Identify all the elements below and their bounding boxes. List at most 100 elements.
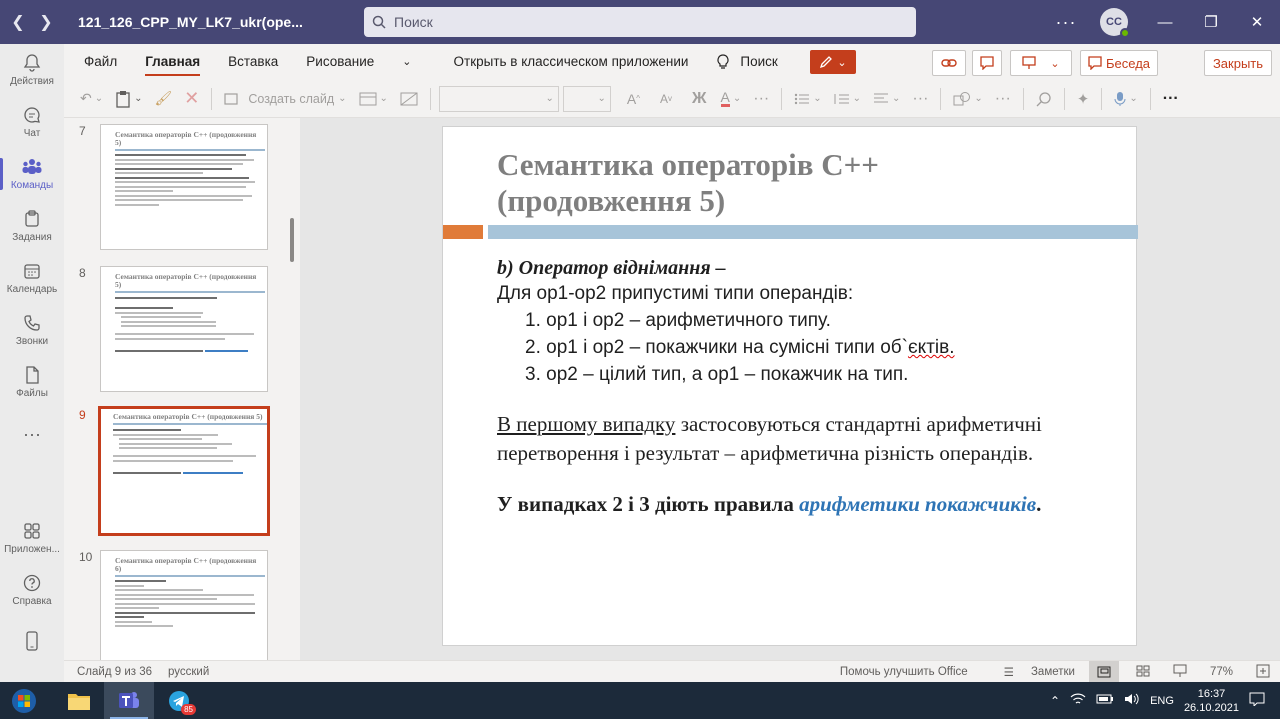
input-language[interactable]: ENG bbox=[1150, 695, 1174, 707]
grow-font-icon[interactable]: A ^ bbox=[627, 91, 640, 107]
notifications-icon[interactable] bbox=[1249, 692, 1265, 709]
tab-file[interactable]: Файл bbox=[70, 44, 131, 80]
slide-thumbnail[interactable]: Семантика операторів С++ (продовження 5) bbox=[100, 266, 268, 392]
avatar[interactable]: CC bbox=[1100, 8, 1130, 38]
present-button[interactable]: ⌄ bbox=[1010, 50, 1072, 76]
share-button[interactable] bbox=[932, 50, 966, 76]
tab-home[interactable]: Главная bbox=[131, 44, 214, 80]
forward-icon[interactable]: ❯ bbox=[39, 12, 52, 32]
shrink-font-icon[interactable]: Av bbox=[660, 92, 672, 106]
new-slide-button[interactable]: Создать слайд ⌄ bbox=[224, 92, 347, 106]
rail-item-help[interactable]: Справка bbox=[0, 564, 64, 616]
font-color-icon[interactable]: A ⌄ bbox=[720, 90, 741, 107]
more-options-button[interactable]: ··· bbox=[1046, 12, 1086, 33]
maximize-button[interactable]: ❐ bbox=[1188, 13, 1234, 31]
present-icon bbox=[1022, 56, 1037, 69]
open-desktop-link[interactable]: Открыть в классическом приложении bbox=[440, 44, 703, 80]
slide[interactable]: Семантика операторів С++ (продовження 5)… bbox=[442, 126, 1138, 646]
thumbnail-text bbox=[115, 158, 254, 161]
rail-item-more[interactable]: ··· bbox=[0, 408, 64, 460]
taskbar-file-explorer[interactable] bbox=[54, 682, 104, 719]
thumbnail-text bbox=[113, 459, 233, 462]
more-formatting-icon[interactable]: ··· bbox=[753, 90, 769, 108]
slide-thumbnail[interactable]: Семантика операторів С++ (продовження 5) bbox=[100, 124, 268, 250]
editing-mode-button[interactable]: ⌄ bbox=[810, 50, 856, 74]
font-size-dropdown[interactable]: ⌄ bbox=[562, 85, 611, 112]
chat-button-label: Беседа bbox=[1105, 55, 1151, 71]
designer-icon[interactable]: ✦ bbox=[1077, 90, 1090, 108]
font-family-dropdown[interactable]: ⌄ bbox=[438, 85, 559, 112]
numbering-icon[interactable]: ⌄ bbox=[834, 92, 861, 106]
notes-button[interactable]: ☰ Заметки bbox=[991, 665, 1075, 679]
rail-item-apps[interactable]: Приложен... bbox=[0, 512, 64, 564]
bold-icon[interactable]: Ж bbox=[692, 90, 706, 108]
rail-item-teams[interactable]: Команды bbox=[0, 148, 64, 200]
rail-label: Действия bbox=[10, 76, 54, 87]
back-icon[interactable]: ❮ bbox=[11, 12, 24, 32]
slide-thumbnail-selected[interactable]: Семантика операторів С++ (продовження 5) bbox=[98, 406, 270, 536]
teams-icon bbox=[22, 159, 42, 174]
thumbnail-title: Семантика операторів С++ (продовження 5) bbox=[115, 130, 257, 147]
find-icon[interactable] bbox=[1036, 91, 1052, 107]
tab-draw[interactable]: Рисование bbox=[292, 44, 388, 80]
zoom-level[interactable]: 77% bbox=[1210, 666, 1233, 678]
wifi-icon[interactable] bbox=[1070, 692, 1086, 709]
taskbar-telegram[interactable]: 85 bbox=[154, 682, 204, 719]
minimize-button[interactable]: — bbox=[1142, 14, 1188, 31]
paste-icon[interactable]: ⌄ bbox=[115, 90, 143, 108]
chat-conversation-button[interactable]: Беседа bbox=[1080, 50, 1158, 76]
delete-icon[interactable]: ✕ bbox=[184, 88, 199, 109]
more-paragraph-icon[interactable]: ··· bbox=[912, 90, 928, 108]
start-button[interactable] bbox=[0, 682, 48, 719]
more-drawing-icon[interactable]: ··· bbox=[995, 90, 1011, 108]
slide-body[interactable]: b) Оператор віднімання – Для op1-op2 при… bbox=[497, 255, 1117, 518]
thumbnail-text bbox=[121, 316, 202, 318]
background-icon[interactable] bbox=[400, 92, 418, 106]
conclusion-link[interactable]: арифметики покажчиків bbox=[799, 492, 1036, 516]
thumbnail-text bbox=[115, 589, 203, 591]
more-commands-icon[interactable]: ··· bbox=[1163, 90, 1179, 108]
format-painter-icon[interactable]: 🖌 bbox=[155, 90, 173, 107]
align-icon[interactable]: ⌄ bbox=[873, 92, 900, 106]
close-window-button[interactable]: ✕ bbox=[1234, 13, 1280, 31]
slideshow-icon[interactable] bbox=[1173, 664, 1187, 681]
tab-insert[interactable]: Вставка bbox=[214, 44, 292, 80]
chevron-up-icon[interactable]: ⌃ bbox=[1050, 694, 1060, 708]
search-input[interactable]: Поиск bbox=[364, 7, 916, 37]
slide-sorter-icon[interactable] bbox=[1136, 665, 1150, 680]
dictate-icon[interactable]: ⌄ bbox=[1114, 91, 1138, 107]
title-accent-blue bbox=[488, 225, 1138, 239]
taskbar-teams[interactable] bbox=[104, 682, 154, 719]
battery-icon[interactable] bbox=[1096, 693, 1114, 708]
assignments-icon bbox=[25, 210, 39, 227]
system-tray: ⌃ ENG 16:37 26.10.2021 bbox=[1045, 682, 1270, 719]
comment-button[interactable] bbox=[972, 50, 1002, 76]
thumbnail-text bbox=[119, 438, 202, 440]
rail-item-activity[interactable]: Действия bbox=[0, 44, 64, 96]
language-indicator[interactable]: русский bbox=[168, 666, 209, 678]
clock[interactable]: 16:37 26.10.2021 bbox=[1184, 687, 1239, 715]
rail-item-calendar[interactable]: Календарь bbox=[0, 252, 64, 304]
ribbon-toolbar: ↶ ⌄ ⌄ 🖌 ✕ Создать слайд ⌄ ⌄ ⌄ ⌄ A ^ Av Ж A ⌄… bbox=[64, 80, 1280, 118]
rail-item-chat[interactable]: Чат bbox=[0, 96, 64, 148]
close-button-label: Закрыть bbox=[1212, 55, 1264, 71]
chevron-down-icon[interactable]: ⌄ bbox=[388, 44, 425, 80]
ribbon-search[interactable]: Поиск bbox=[702, 44, 791, 80]
fit-slide-icon[interactable] bbox=[1256, 664, 1270, 681]
close-doc-button[interactable]: Закрыть bbox=[1204, 50, 1272, 76]
slide-thumbnail[interactable]: Семантика операторів С++ (продовження 6) bbox=[100, 550, 268, 660]
shapes-icon[interactable]: ⌄ bbox=[953, 91, 983, 107]
normal-view-icon[interactable] bbox=[1088, 661, 1119, 683]
thumbnail-text bbox=[115, 349, 203, 352]
rail-item-device[interactable] bbox=[0, 616, 64, 668]
bullets-icon[interactable]: ⌄ bbox=[794, 92, 822, 106]
undo-icon[interactable]: ↶ ⌄ bbox=[80, 90, 103, 107]
thumbnail-scrollbar[interactable] bbox=[290, 218, 294, 262]
volume-icon[interactable] bbox=[1124, 692, 1140, 709]
rail-item-files[interactable]: Файлы bbox=[0, 356, 64, 408]
slide-title[interactable]: Семантика операторів С++ (продовження 5) bbox=[497, 147, 1117, 219]
layout-icon[interactable]: ⌄ bbox=[359, 92, 388, 106]
rail-item-calls[interactable]: Звонки bbox=[0, 304, 64, 356]
rail-item-assignments[interactable]: Задания bbox=[0, 200, 64, 252]
feedback-link[interactable]: Помочь улучшить Office bbox=[840, 666, 968, 678]
